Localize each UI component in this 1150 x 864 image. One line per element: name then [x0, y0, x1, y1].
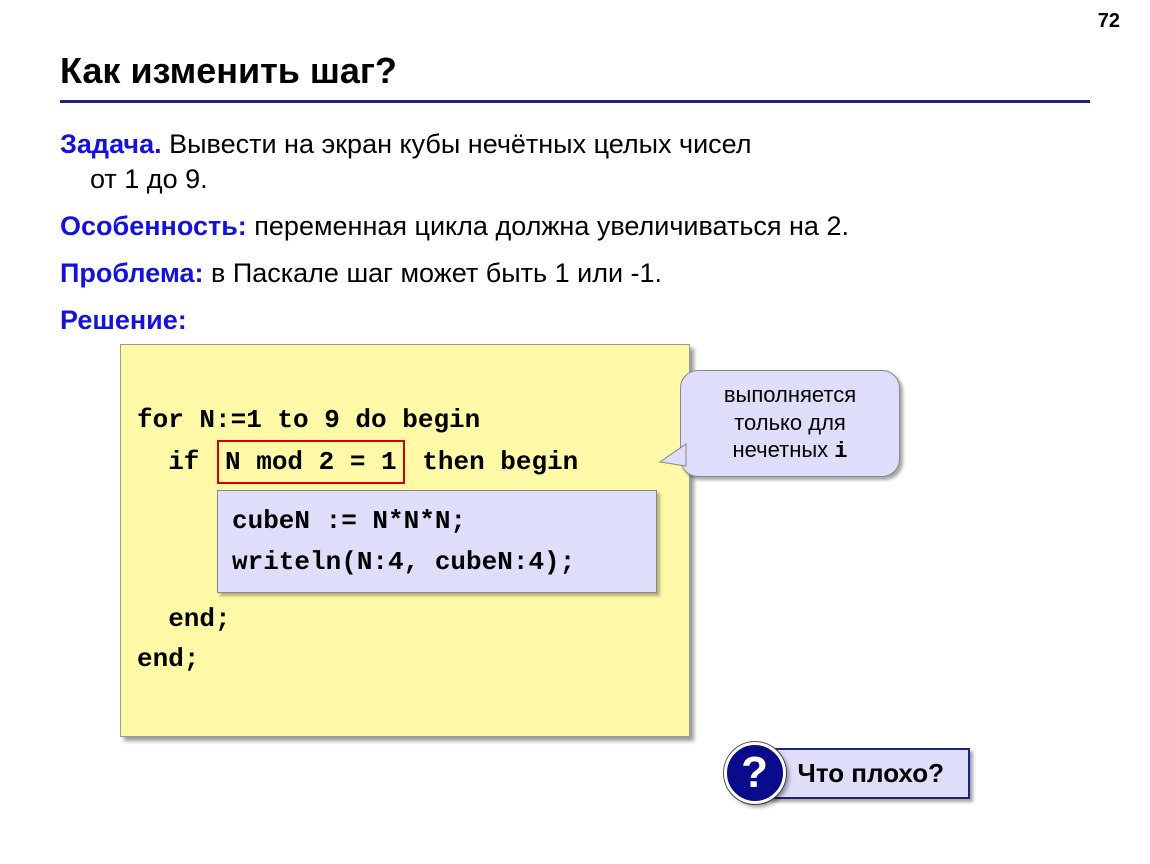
task-paragraph: Задача. Вывести на экран кубы нечётных ц…: [60, 127, 1090, 197]
solution-label-row: Решение:: [60, 303, 1090, 338]
callout-line-1: выполняется: [724, 382, 856, 407]
callout-line-2: только для: [734, 410, 846, 435]
page-number: 72: [1098, 10, 1120, 33]
callout-line-3-prefix: нечетных: [733, 437, 835, 462]
problem-paragraph: Проблема: в Паскале шаг может быть 1 или…: [60, 256, 1090, 291]
task-text-2: от 1 до 9.: [60, 162, 208, 197]
feature-text: переменная цикла должна увеличиваться на…: [247, 211, 849, 241]
solution-label: Решение:: [60, 305, 187, 335]
slide: 72 Как изменить шаг? Задача. Вывести на …: [0, 0, 1150, 864]
code-area: for N:=1 to 9 do begin if N mod 2 = 1 th…: [120, 344, 690, 736]
task-text-1: Вывести на экран кубы нечётных целых чис…: [162, 129, 752, 159]
feature-label: Особенность:: [60, 211, 247, 241]
task-label: Задача.: [60, 129, 162, 159]
callout: выполняется только для нечетных i: [680, 370, 900, 477]
inner-code-card: cubeN := N*N*N; writeln(N:4, cubeN:4);: [217, 490, 657, 593]
question-mark-icon: ?: [724, 742, 786, 804]
slide-title: Как изменить шаг?: [60, 50, 1090, 92]
code-line-1: for N:=1 to 9 do begin: [137, 405, 480, 435]
mod-expression-box: N mod 2 = 1: [217, 440, 405, 484]
problem-label: Проблема:: [60, 258, 203, 288]
code-end-2: end;: [137, 644, 199, 674]
title-rule: [60, 100, 1090, 103]
question-text: Что плохо?: [768, 748, 970, 799]
callout-box: выполняется только для нечетных i: [680, 370, 900, 477]
code-inner-2: writeln(N:4, cubeN:4);: [232, 547, 575, 577]
code-inner-1: cubeN := N*N*N;: [232, 506, 466, 536]
code-card: for N:=1 to 9 do begin if N mod 2 = 1 th…: [120, 344, 690, 736]
question-block: ? Что плохо?: [724, 742, 970, 804]
callout-tail-icon: [658, 442, 688, 472]
code-if-prefix: if: [137, 447, 215, 477]
feature-paragraph: Особенность: переменная цикла должна уве…: [60, 209, 1090, 244]
callout-variable: i: [834, 439, 847, 464]
code-end-1: end;: [137, 604, 231, 634]
code-if-suffix: then begin: [407, 447, 579, 477]
problem-text: в Паскале шаг может быть 1 или -1.: [203, 258, 662, 288]
